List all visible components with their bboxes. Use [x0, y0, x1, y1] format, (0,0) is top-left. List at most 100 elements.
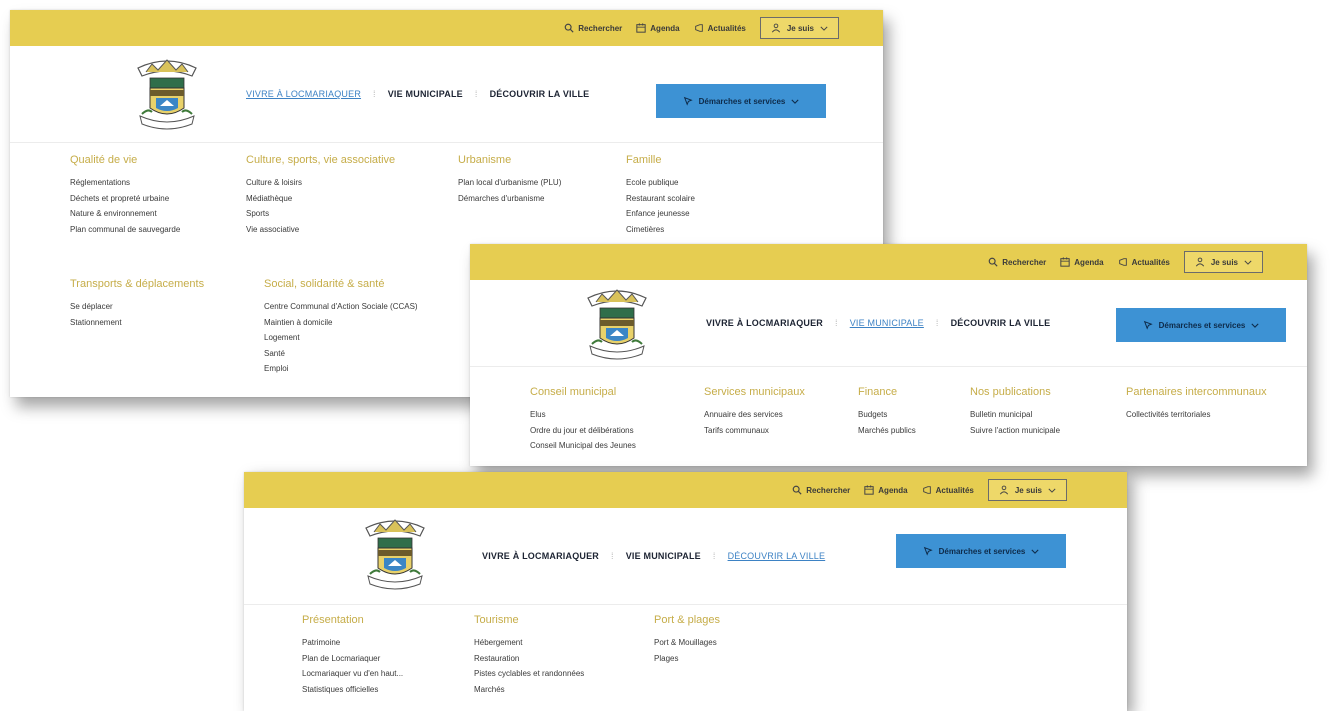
main-nav: VIVRE À LOCMARIAQUER ⁞ VIE MUNICIPALE ⁞ …: [706, 280, 1050, 366]
menu-link[interactable]: Locmariaquer vu d'en haut...: [302, 666, 487, 682]
nav-vivre-a-locmariaquer[interactable]: VIVRE À LOCMARIAQUER: [246, 89, 361, 99]
agenda-link[interactable]: Agenda: [1060, 257, 1104, 267]
menu-link[interactable]: Elus: [530, 407, 715, 423]
news-label: Actualités: [935, 485, 974, 495]
nav-decouvrir-la-ville[interactable]: DÉCOUVRIR LA VILLE: [728, 551, 826, 561]
menu-link[interactable]: Culture & loisirs: [246, 175, 431, 191]
menu-column-title[interactable]: Partenaires intercommunaux: [1126, 386, 1307, 398]
nav-decouvrir-la-ville[interactable]: DÉCOUVRIR LA VILLE: [490, 89, 590, 99]
menu-link[interactable]: Port & Mouillages: [654, 635, 839, 651]
menu-link[interactable]: Logement: [264, 330, 449, 346]
menu-link[interactable]: Déchets et propreté urbaine: [70, 191, 255, 207]
menu-link[interactable]: Ecole publique: [626, 175, 811, 191]
nav-vie-municipale[interactable]: VIE MUNICIPALE: [850, 318, 924, 328]
menu-link[interactable]: Centre Communal d'Action Sociale (CCAS): [264, 299, 449, 315]
calendar-icon: [1060, 257, 1070, 267]
nav-vie-municipale[interactable]: VIE MUNICIPALE: [626, 551, 701, 561]
search-link[interactable]: Rechercher: [792, 485, 850, 495]
nav-vie-municipale[interactable]: VIE MUNICIPALE: [388, 89, 463, 99]
mega-menu-vie-municipale: Conseil municipal Elus Ordre du jour et …: [470, 366, 1307, 466]
nav-separator: ⁞: [712, 551, 716, 561]
nav-separator: ⁞: [373, 89, 376, 99]
menu-link[interactable]: Suivre l'action municipale: [970, 423, 1155, 439]
menu-column-title[interactable]: Présentation: [302, 614, 487, 626]
search-icon: [988, 257, 998, 267]
menu-link[interactable]: Ordre du jour et délibérations: [530, 423, 715, 439]
menu-link[interactable]: Collectivités territoriales: [1126, 407, 1307, 423]
agenda-label: Agenda: [1074, 257, 1104, 267]
je-suis-dropdown[interactable]: Je suis: [759, 17, 839, 39]
agenda-link[interactable]: Agenda: [864, 485, 908, 495]
menu-column: Partenaires intercommunaux Collectivités…: [1126, 386, 1307, 423]
demarches-services-button[interactable]: Démarches et services: [896, 534, 1066, 568]
menu-link[interactable]: Plan local d'urbanisme (PLU): [458, 175, 643, 191]
search-link[interactable]: Rechercher: [988, 257, 1046, 267]
menu-column: Urbanisme Plan local d'urbanisme (PLU) D…: [458, 154, 643, 206]
je-suis-dropdown[interactable]: Je suis: [987, 479, 1067, 501]
menu-link[interactable]: Enfance jeunesse: [626, 206, 811, 222]
news-link[interactable]: Actualités: [922, 485, 974, 495]
search-label: Rechercher: [578, 23, 623, 33]
menu-link[interactable]: Hébergement: [474, 635, 659, 651]
menu-link[interactable]: Plan de Locmariaquer: [302, 651, 487, 667]
search-link[interactable]: Rechercher: [564, 23, 622, 33]
demarches-services-button[interactable]: Démarches et services: [1116, 308, 1286, 342]
menu-link[interactable]: Marchés: [474, 682, 659, 698]
cta-label: Démarches et services: [1158, 320, 1246, 330]
calendar-icon: [864, 485, 874, 495]
demarches-services-button[interactable]: Démarches et services: [656, 84, 826, 118]
menu-link[interactable]: Se déplacer: [70, 299, 255, 315]
je-suis-dropdown[interactable]: Je suis: [1183, 251, 1263, 273]
menu-link[interactable]: Conseil Municipal des Jeunes: [530, 438, 715, 454]
menu-link[interactable]: Maintien à domicile: [264, 315, 449, 331]
menu-column: Tourisme Hébergement Restauration Pistes…: [474, 614, 659, 697]
menu-link[interactable]: Plan communal de sauvegarde: [70, 222, 255, 238]
menu-link[interactable]: Démarches d'urbanisme: [458, 191, 643, 207]
menu-link[interactable]: Stationnement: [70, 315, 255, 331]
menu-link[interactable]: Réglementations: [70, 175, 255, 191]
menu-link[interactable]: Vie associative: [246, 222, 431, 238]
menu-link[interactable]: Restauration: [474, 651, 659, 667]
menu-column-title[interactable]: Culture, sports, vie associative: [246, 154, 431, 166]
screenshot-panel-vie-municipale: Rechercher Agenda Actualités Je suis VIV…: [470, 244, 1307, 466]
town-crest-logo[interactable]: [360, 514, 430, 592]
town-crest-logo[interactable]: [582, 284, 652, 362]
menu-link[interactable]: Plages: [654, 651, 839, 667]
menu-link[interactable]: Restaurant scolaire: [626, 191, 811, 207]
menu-column-title[interactable]: Qualité de vie: [70, 154, 255, 166]
search-icon: [564, 23, 574, 33]
chevron-down-icon: [820, 26, 828, 31]
nav-vivre-a-locmariaquer[interactable]: VIVRE À LOCMARIAQUER: [706, 318, 823, 328]
menu-column-title[interactable]: Port & plages: [654, 614, 839, 626]
menu-link[interactable]: Patrimoine: [302, 635, 487, 651]
chevron-down-icon: [1244, 260, 1252, 265]
nav-decouvrir-la-ville[interactable]: DÉCOUVRIR LA VILLE: [951, 318, 1051, 328]
menu-column-title[interactable]: Urbanisme: [458, 154, 643, 166]
pointer-icon: [923, 546, 933, 556]
menu-link[interactable]: Santé: [264, 346, 449, 362]
menu-link[interactable]: Statistiques officielles: [302, 682, 487, 698]
menu-column-title[interactable]: Social, solidarité & santé: [264, 278, 449, 290]
menu-link[interactable]: Médiathèque: [246, 191, 431, 207]
menu-column: Transports & déplacements Se déplacer St…: [70, 278, 255, 330]
je-suis-label: Je suis: [1014, 485, 1042, 495]
menu-column-title[interactable]: Transports & déplacements: [70, 278, 255, 290]
news-link[interactable]: Actualités: [1118, 257, 1170, 267]
menu-column-title[interactable]: Tourisme: [474, 614, 659, 626]
nav-separator: ⁞: [835, 318, 838, 328]
main-header: VIVRE À LOCMARIAQUER ⁞ VIE MUNICIPALE ⁞ …: [244, 508, 1127, 605]
menu-link[interactable]: Sports: [246, 206, 431, 222]
agenda-link[interactable]: Agenda: [636, 23, 680, 33]
menu-link[interactable]: Emploi: [264, 361, 449, 377]
menu-link[interactable]: Cimetières: [626, 222, 811, 238]
main-header: VIVRE À LOCMARIAQUER ⁞ VIE MUNICIPALE ⁞ …: [10, 46, 883, 143]
menu-column-title[interactable]: Conseil municipal: [530, 386, 715, 398]
user-icon: [1195, 257, 1205, 267]
menu-link[interactable]: Pistes cyclables et randonnées: [474, 666, 659, 682]
news-link[interactable]: Actualités: [694, 23, 746, 33]
nav-vivre-a-locmariaquer[interactable]: VIVRE À LOCMARIAQUER: [482, 551, 599, 561]
pointer-icon: [1143, 320, 1153, 330]
menu-column-title[interactable]: Famille: [626, 154, 811, 166]
town-crest-logo[interactable]: [132, 54, 202, 132]
menu-link[interactable]: Nature & environnement: [70, 206, 255, 222]
